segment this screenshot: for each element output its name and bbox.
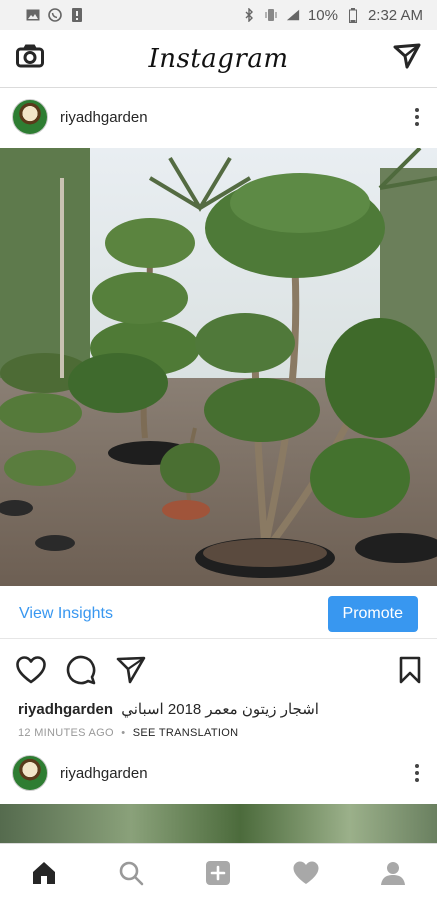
direct-message-icon[interactable]	[393, 43, 421, 74]
post-header: riyadhgarden	[0, 88, 437, 146]
like-heart-icon[interactable]	[16, 655, 46, 689]
divider	[0, 638, 437, 639]
post-photo-2[interactable]	[0, 804, 437, 844]
more-options-icon-2[interactable]	[409, 760, 425, 786]
promote-button[interactable]: Promote	[327, 596, 418, 632]
insights-bar: View Insights Promote	[0, 594, 437, 634]
alert-icon	[70, 8, 84, 22]
activity-heart-icon[interactable]	[284, 851, 328, 895]
add-post-icon[interactable]	[196, 851, 240, 895]
app-logo: Instagram	[148, 43, 289, 74]
more-options-icon[interactable]	[409, 104, 425, 130]
image-icon	[26, 8, 40, 22]
whatsapp-icon	[48, 8, 62, 22]
post-header-2: riyadhgarden	[0, 744, 437, 802]
status-left	[26, 8, 84, 22]
caption-text: اشجار زيتون معمر 2018 اسباني	[121, 701, 319, 718]
app-bar: Instagram	[0, 30, 437, 88]
bluetooth-icon	[242, 8, 256, 22]
view-insights-link[interactable]: View Insights	[19, 605, 113, 623]
comment-icon[interactable]	[66, 655, 96, 690]
clock: 2:32 AM	[367, 6, 423, 24]
profile-icon[interactable]	[371, 851, 415, 895]
caption-username[interactable]: riyadhgarden	[18, 701, 113, 718]
post-meta: 12 MINUTES AGO • SEE TRANSLATION	[18, 727, 238, 739]
post-time: 12 MINUTES AGO	[18, 727, 114, 739]
share-icon[interactable]	[116, 656, 146, 689]
status-right: 10% 2:32 AM	[242, 7, 423, 24]
status-bar: 10% 2:32 AM	[0, 0, 437, 30]
post-username-2[interactable]: riyadhgarden	[60, 765, 148, 782]
avatar-2[interactable]	[12, 755, 48, 791]
battery-icon	[346, 7, 360, 23]
battery-percent: 10%	[307, 6, 338, 24]
see-translation-link[interactable]: SEE TRANSLATION	[133, 727, 239, 739]
post-username[interactable]: riyadhgarden	[60, 109, 148, 126]
camera-icon[interactable]	[16, 44, 44, 73]
post-actions	[0, 654, 437, 690]
vibrate-icon	[264, 8, 278, 22]
bottom-nav	[0, 843, 437, 901]
post-photo[interactable]	[0, 148, 437, 586]
home-icon[interactable]	[22, 851, 66, 895]
bookmark-icon[interactable]	[399, 656, 421, 689]
meta-separator: •	[121, 727, 126, 739]
signal-icon	[286, 8, 300, 22]
avatar[interactable]	[12, 99, 48, 135]
post-caption: riyadhgarden اشجار زيتون معمر 2018 اسبان…	[18, 700, 428, 718]
search-icon[interactable]	[109, 851, 153, 895]
